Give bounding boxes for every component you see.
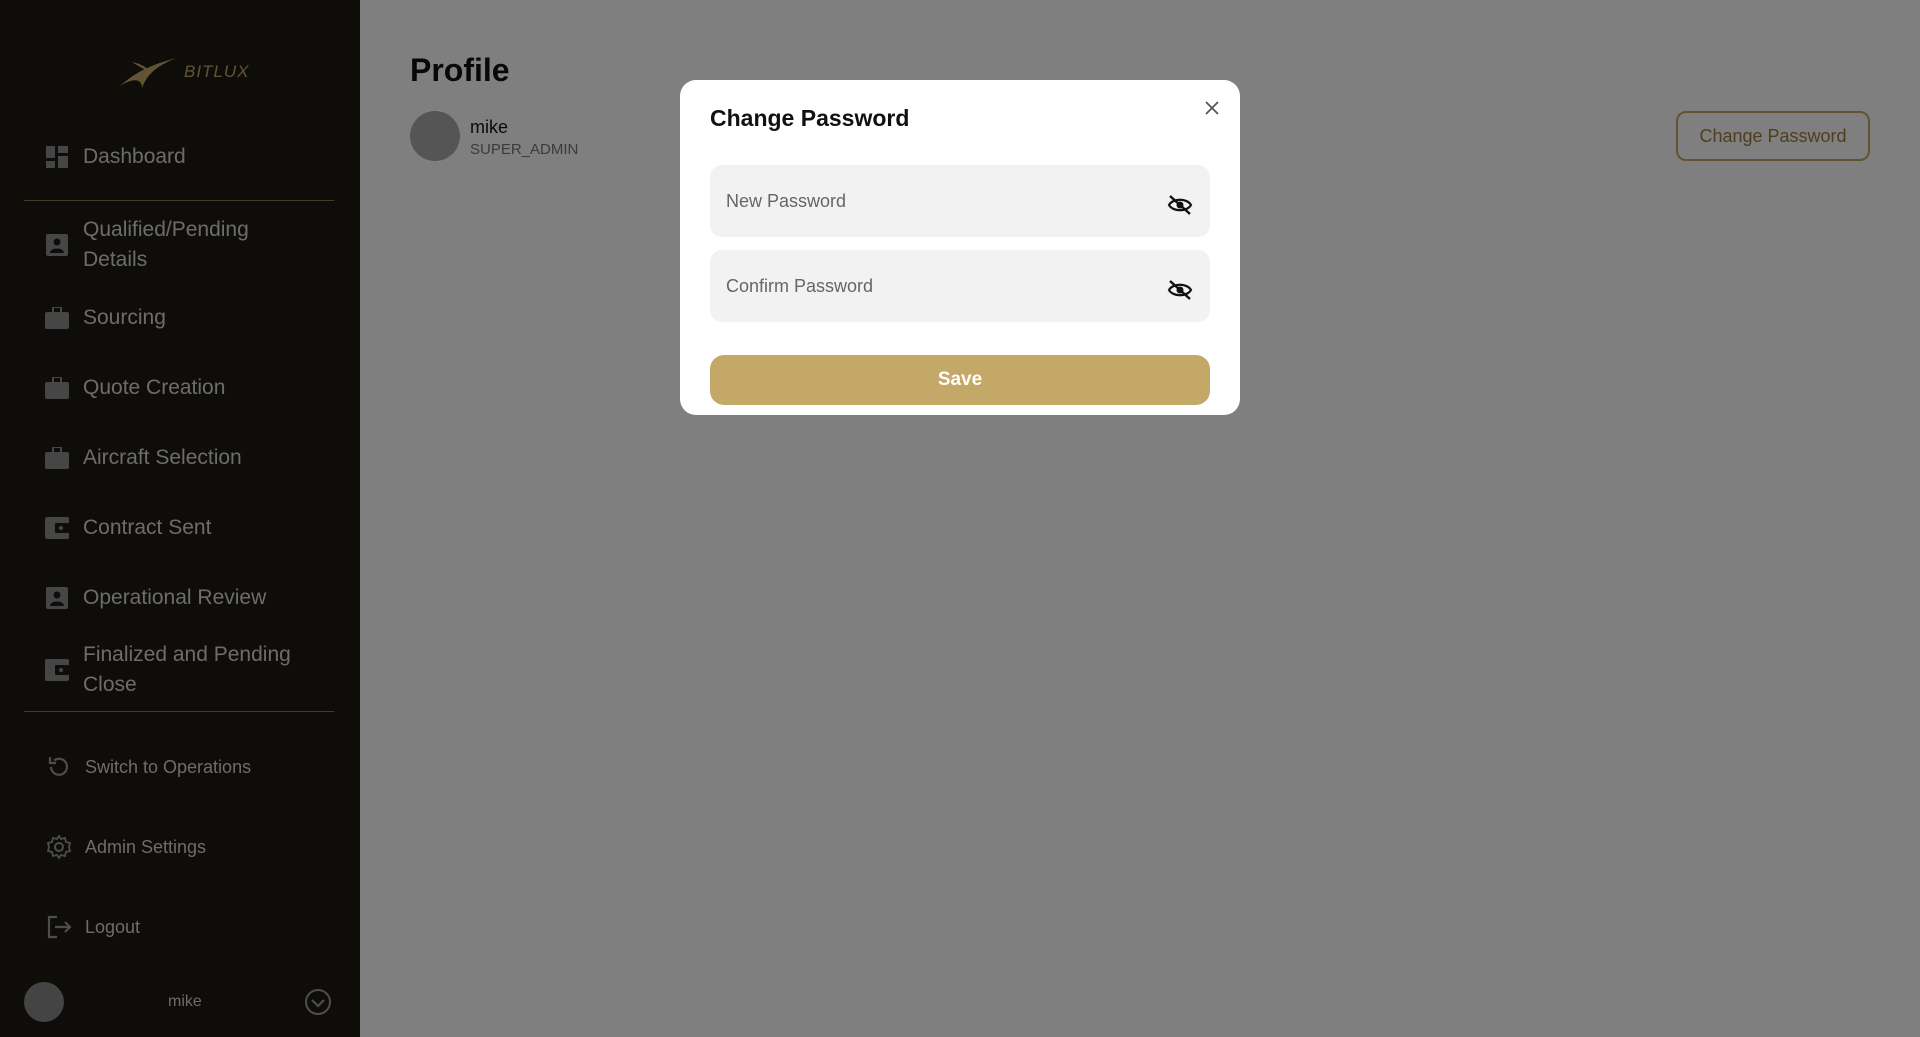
- modal-title: Change Password: [710, 105, 910, 131]
- new-password-input[interactable]: [710, 165, 1150, 237]
- eye-off-icon[interactable]: [1166, 278, 1194, 302]
- eye-off-icon[interactable]: [1166, 193, 1194, 217]
- new-password-field: [710, 165, 1210, 237]
- confirm-password-input[interactable]: [710, 250, 1150, 322]
- confirm-password-field: [710, 250, 1210, 322]
- save-button[interactable]: Save: [710, 355, 1210, 405]
- change-password-modal: Change Password Save: [680, 80, 1240, 415]
- close-icon[interactable]: [1200, 96, 1224, 120]
